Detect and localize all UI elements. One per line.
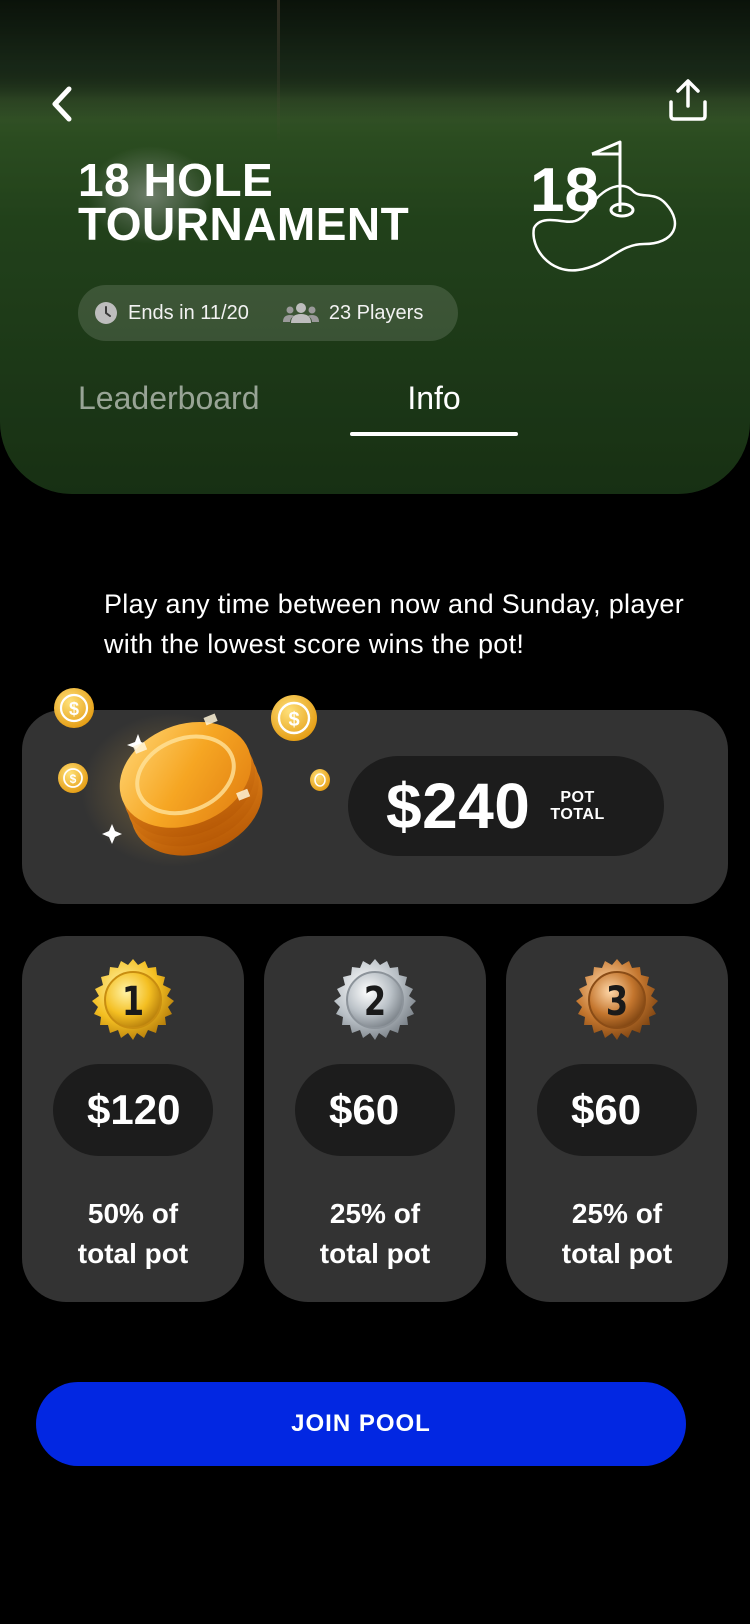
small-coin-4 [310,769,330,791]
tournament-title: 18 HOLE TOURNAMENT [78,154,498,250]
back-button[interactable] [38,78,86,130]
prize-card-first: 1 $120 50% of total pot [22,936,244,1302]
clock-icon [95,302,117,324]
pot-total-pill: $240 POT TOTAL [348,756,664,856]
prize-share: 50% of total pot [22,1194,244,1274]
tab-bar: Leaderboard Info [0,380,750,440]
prize-amount-pill: $60 [537,1064,697,1156]
small-coin-2: $ [271,695,317,741]
ends-info: Ends in 11/20 [94,301,249,325]
prize-share: 25% of total pot [264,1194,486,1274]
pot-label-line-2: TOTAL [550,806,605,823]
players-info: 23 Players [282,301,424,325]
chevron-left-icon [52,86,72,122]
pot-label-line-1: POT [560,789,595,806]
prize-share-line-1: 25% of [329,1198,421,1229]
ends-text: Ends in 11/20 [128,301,249,324]
prize-share-line-2: total pot [319,1238,431,1269]
prize-share-line-1: 50% of [87,1198,179,1229]
hole-number: 18 [530,156,599,225]
prize-amount: $60 [329,1086,400,1133]
prize-amount: $60 [571,1086,642,1133]
title-line-2: TOURNAMENT [78,198,410,250]
prize-amount-pill: $120 [53,1064,213,1156]
small-coin-3: $ [58,763,88,793]
prize-amount: $120 [87,1086,181,1133]
pot-label: POT TOTAL [550,789,604,823]
prize-card-second: 2 $60 25% of total pot [264,936,486,1302]
prize-share-line-2: total pot [77,1238,189,1269]
medal-number-1: 1 [122,977,144,1024]
svg-text:$: $ [69,699,79,719]
tournament-meta: Ends in 11/20 23 Players [78,285,458,341]
tab-leaderboard[interactable]: Leaderboard [78,380,259,417]
svg-text:$: $ [70,772,77,786]
svg-text:$: $ [288,709,299,731]
prize-card-third: 3 $60 25% of total pot [506,936,728,1302]
silver-medal-icon: 2 [334,959,416,1040]
join-pool-button[interactable]: JOIN POOL [36,1382,686,1466]
coin-stack-icon: $ $ $ [54,688,330,856]
pot-amount: $240 [386,770,531,842]
bronze-medal-icon: 3 [576,959,658,1040]
prize-share: 25% of total pot [506,1194,728,1274]
prize-share-line-2: total pot [561,1238,673,1269]
users-icon [282,303,319,323]
share-button[interactable] [660,72,716,128]
active-tab-indicator [350,432,518,436]
pool-description: Play any time between now and Sunday, pl… [104,589,685,659]
tab-info[interactable]: Info [350,380,518,417]
gold-medal-icon: 1 [92,959,174,1040]
prize-share-line-1: 25% of [571,1198,663,1229]
medal-number-2: 2 [364,977,386,1024]
prize-amount-pill: $60 [295,1064,455,1156]
small-coin-1: $ [54,688,94,728]
players-text: 23 Players [328,301,424,324]
title-line-1: 18 HOLE [78,154,274,206]
medal-number-3: 3 [606,977,628,1024]
share-icon [669,79,707,121]
